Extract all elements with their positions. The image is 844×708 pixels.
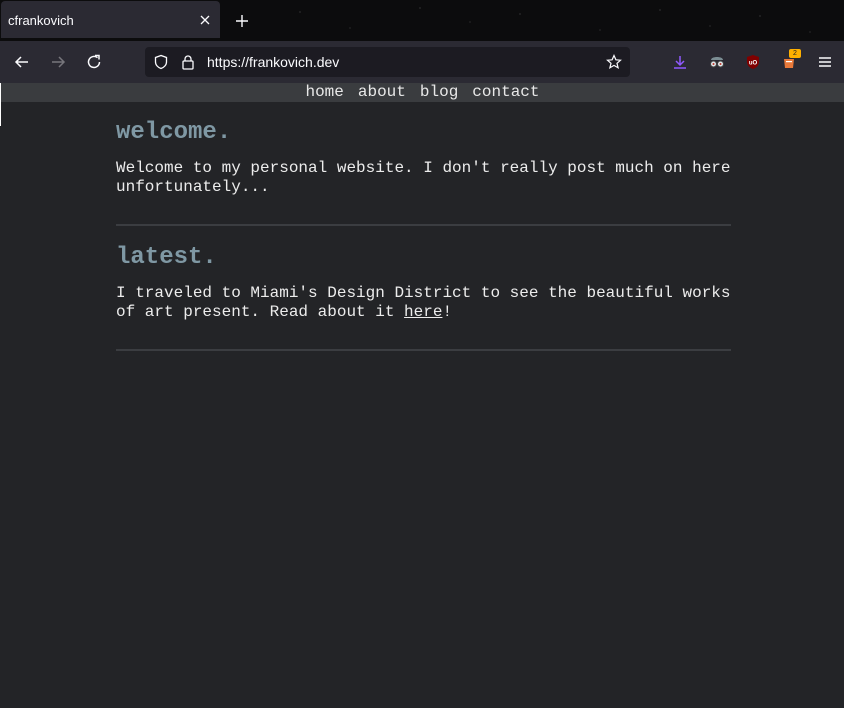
tab-bar: cfrankovich [0,0,844,41]
nav-home-link[interactable]: home [305,83,343,101]
latest-text-after: ! [442,303,453,321]
download-icon[interactable] [670,52,690,72]
hamburger-menu-icon[interactable] [815,52,835,72]
nav-about-link[interactable]: about [358,83,406,101]
close-icon[interactable] [197,12,213,28]
here-link[interactable]: here [404,303,442,321]
tracking-shield-icon[interactable] [152,53,170,71]
url-bar[interactable]: https://frankovich.dev [145,47,630,77]
svg-text:uO: uO [749,61,758,67]
navigation-toolbar: https://frankovich.dev uO [0,41,844,83]
welcome-text: Welcome to my personal website. I don't … [116,159,731,196]
nav-contact-link[interactable]: contact [472,83,539,101]
nav-blog-link[interactable]: blog [420,83,458,101]
url-text[interactable]: https://frankovich.dev [207,54,339,70]
section-divider [116,224,731,226]
tab-title: cfrankovich [8,13,74,28]
section-divider [116,349,731,351]
lock-icon[interactable] [179,53,197,71]
site-navigation: home about blog contact [1,83,844,102]
latest-text: I traveled to Miami's Design District to… [116,284,731,322]
reload-icon[interactable] [82,51,106,73]
back-arrow-icon[interactable] [10,51,34,73]
latest-heading: latest. [116,244,217,271]
extension-badge: 2 [789,49,801,58]
main-content: welcome. Welcome to my personal website.… [116,118,731,368]
forward-arrow-icon[interactable] [46,51,70,73]
privacy-glasses-icon[interactable] [707,52,727,72]
star-icon[interactable] [605,53,623,71]
welcome-heading: welcome. [116,119,232,146]
active-tab[interactable]: cfrankovich [1,1,220,38]
ublock-origin-icon[interactable]: uO [743,52,763,72]
plus-icon[interactable] [232,11,252,31]
